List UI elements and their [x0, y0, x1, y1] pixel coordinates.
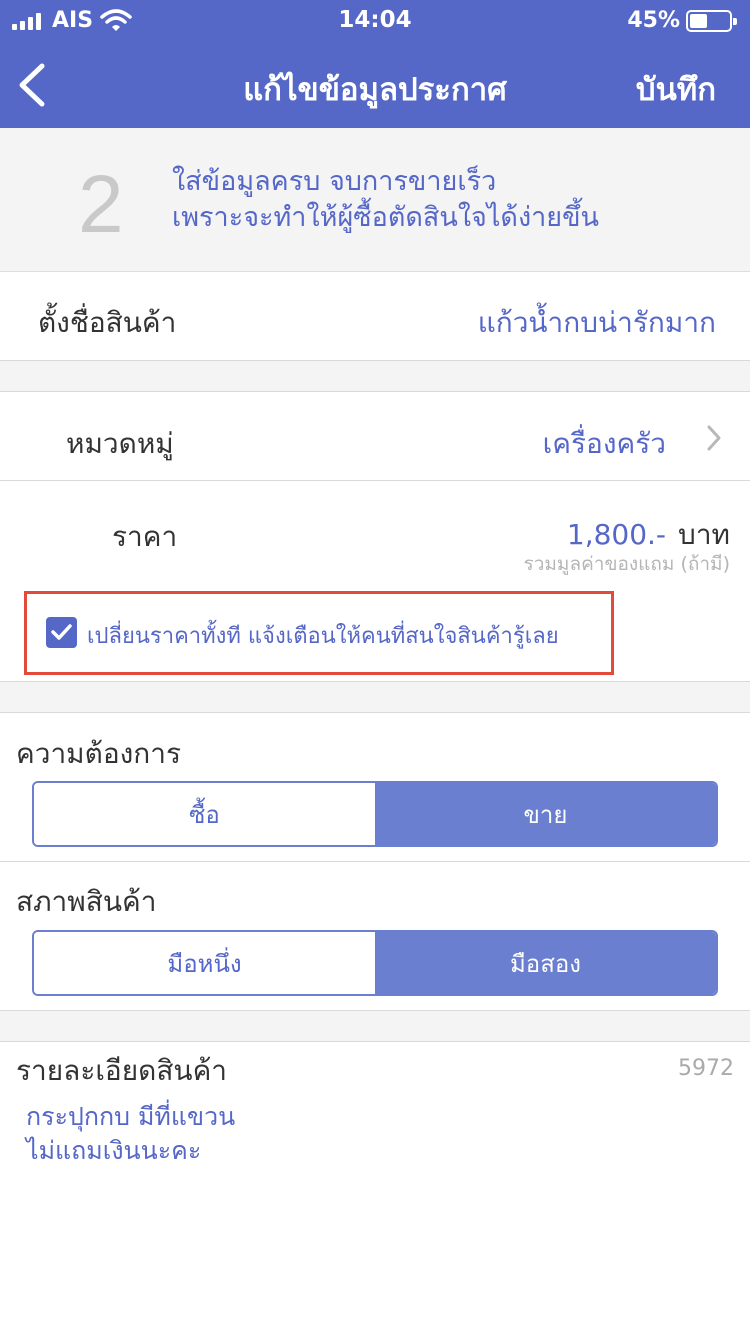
tip-banner: 2 ใส่ข้อมูลครบ จบการขายเร็ว เพราะจะทำให้…: [0, 128, 750, 272]
price-label: ราคา: [112, 520, 178, 553]
description-label: รายละเอียดสินค้า: [16, 1054, 228, 1087]
section-gap: [0, 361, 750, 391]
chevron-right-icon: [707, 425, 721, 451]
category-label: หมวดหมู่: [66, 427, 174, 460]
status-bar: AIS 14:04 45%: [0, 0, 750, 40]
battery-icon: [686, 10, 737, 32]
section-gap: [0, 1011, 750, 1041]
intent-label: ความต้องการ: [16, 737, 182, 770]
price-value[interactable]: 1,800.-: [567, 518, 666, 551]
checkmark-icon: [51, 624, 72, 640]
notify-checkbox[interactable]: [46, 617, 77, 648]
condition-option-new[interactable]: มือหนึ่ง: [34, 932, 375, 994]
tip-line-2: เพราะจะทำให้ผู้ซื้อตัดสินใจได้ง่ายขึ้น: [172, 202, 600, 233]
tip-text: ใส่ข้อมูลครบ จบการขายเร็ว เพราะจะทำให้ผู…: [172, 164, 599, 236]
product-name-value[interactable]: แก้วน้ำกบน่ารักมาก: [478, 301, 716, 345]
notify-highlight: เปลี่ยนราคาทั้งที แจ้งเตือนให้คนที่สนใจส…: [24, 591, 614, 675]
battery-percent: 45%: [627, 8, 680, 33]
product-name-label: ตั้งชื่อสินค้า: [38, 306, 177, 339]
condition-segmented-control: มือหนึ่ง มือสอง: [32, 930, 718, 996]
save-button[interactable]: บันทึก: [636, 64, 716, 114]
tip-line-1: ใส่ข้อมูลครบ จบการขายเร็ว: [172, 166, 497, 197]
step-number: 2: [78, 159, 124, 250]
condition-option-used[interactable]: มือสอง: [375, 932, 716, 994]
top-bar: AIS 14:04 45% แก้ไขข้อมูลประกาศ บันทึก: [0, 0, 750, 128]
section-gap: [0, 682, 750, 712]
condition-label: สภาพสินค้า: [16, 885, 157, 918]
divider: [0, 712, 750, 713]
category-value: เครื่องครัว: [542, 427, 666, 460]
divider: [0, 861, 750, 862]
category-row[interactable]: หมวดหมู่ เครื่องครัว: [0, 392, 750, 480]
intent-segmented-control: ซื้อ ขาย: [32, 781, 718, 847]
intent-option-sell[interactable]: ขาย: [375, 783, 716, 845]
intent-option-buy[interactable]: ซื้อ: [34, 783, 375, 845]
description-textarea[interactable]: กระปุกกบ มีที่แขวน ไม่แถมเงินนะคะ: [26, 1100, 235, 1168]
description-char-count: 5972: [678, 1056, 734, 1081]
product-name-row[interactable]: ตั้งชื่อสินค้า แก้วน้ำกบน่ารักมาก: [0, 273, 750, 360]
notify-label[interactable]: เปลี่ยนราคาทั้งที แจ้งเตือนให้คนที่สนใจส…: [87, 618, 559, 653]
divider: [0, 1041, 750, 1042]
price-note: รวมมูลค่าของแถม (ถ้ามี): [523, 553, 730, 575]
battery-fill: [690, 14, 708, 28]
